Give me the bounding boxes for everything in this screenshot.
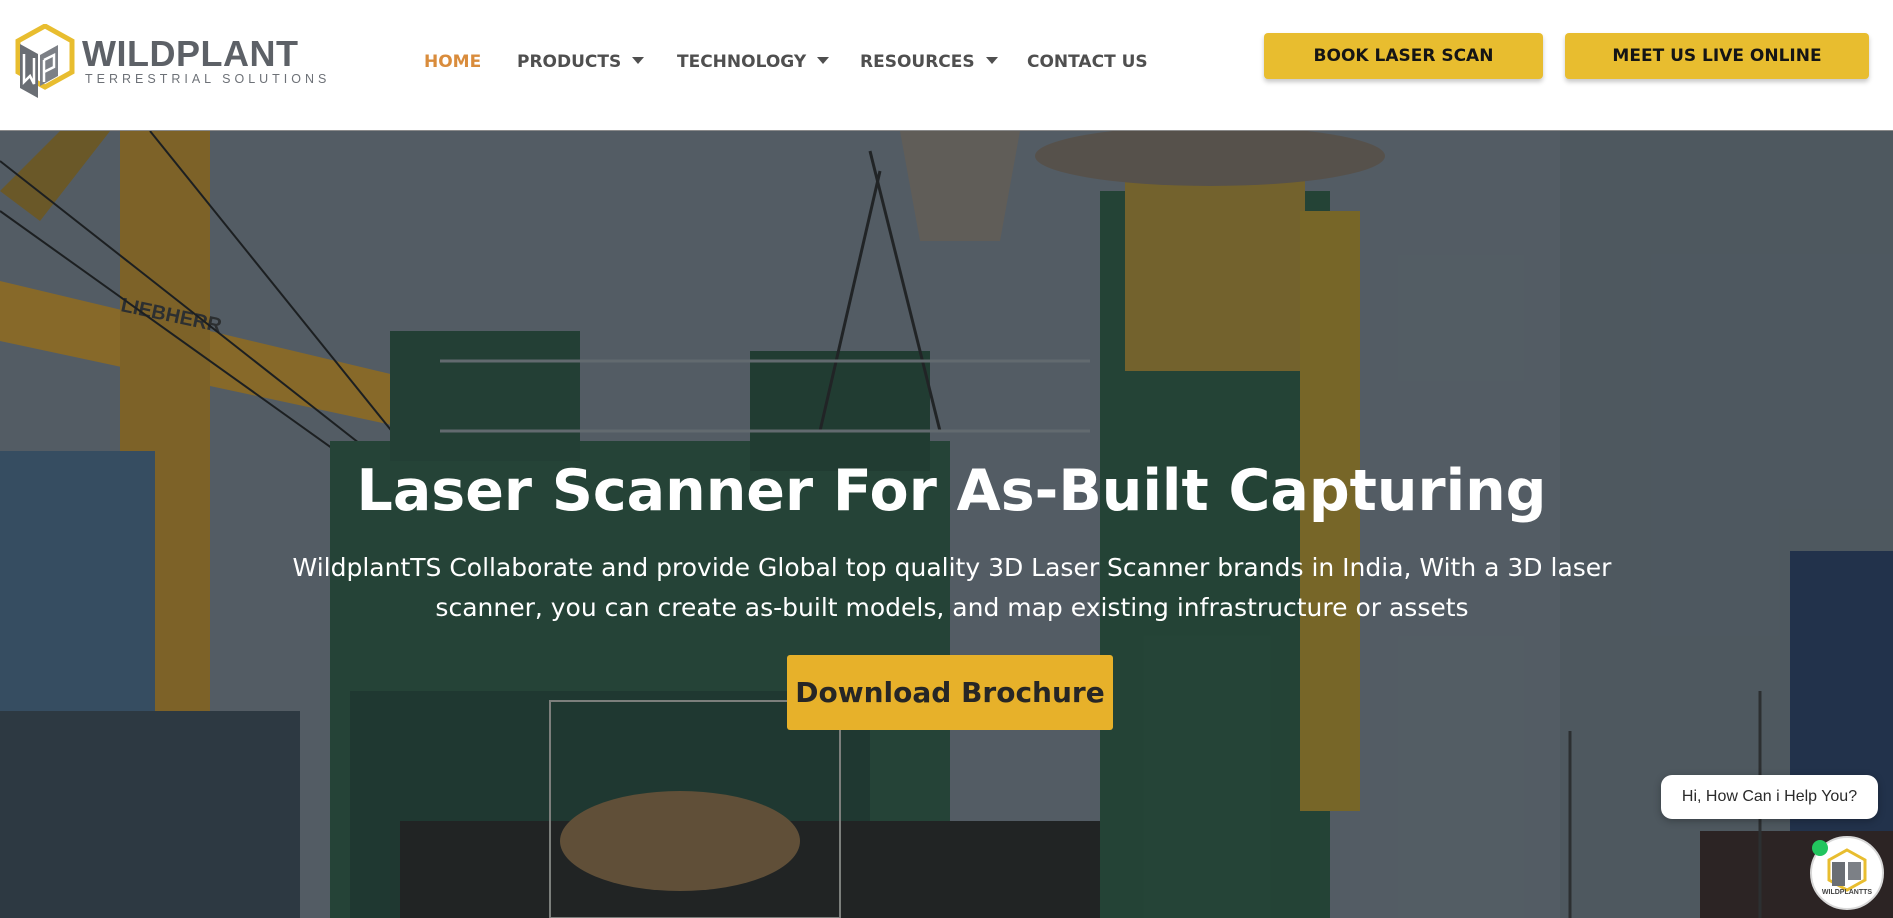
nav-item-technology[interactable]: TECHNOLOGY bbox=[677, 50, 830, 74]
nav-item-label: TECHNOLOGY bbox=[677, 52, 807, 72]
meet-us-live-online-button[interactable]: MEET US LIVE ONLINE bbox=[1565, 33, 1869, 79]
chat-prompt-bubble[interactable]: Hi, How Can i Help You? bbox=[1661, 775, 1878, 819]
wp-cube-logo-icon bbox=[15, 24, 75, 98]
nav-item-home[interactable]: HOME bbox=[424, 50, 481, 74]
hero-subtitle: WildplantTS Collaborate and provide Glob… bbox=[292, 553, 1612, 622]
brand-name: WILDPLANT bbox=[82, 33, 299, 74]
caret-down-icon bbox=[817, 56, 830, 64]
download-brochure-button[interactable]: Download Brochure bbox=[787, 655, 1113, 730]
chat-avatar-label: WILDPLANTTS bbox=[1821, 889, 1873, 896]
online-status-dot bbox=[1812, 840, 1828, 856]
nav-item-label: HOME bbox=[424, 52, 482, 72]
nav-item-label: PRODUCTS bbox=[517, 52, 622, 72]
nav-item-products[interactable]: PRODUCTS bbox=[517, 50, 645, 74]
nav-item-label: RESOURCES bbox=[860, 52, 975, 72]
nav-item-resources[interactable]: RESOURCES bbox=[860, 50, 998, 74]
caret-down-icon bbox=[985, 56, 998, 64]
brand-logo[interactable]: WILDPLANT TERRESTRIAL SOLUTIONS bbox=[14, 24, 334, 102]
caret-down-icon bbox=[632, 56, 645, 64]
site-header: WILDPLANT TERRESTRIAL SOLUTIONS HOME PRO… bbox=[0, 0, 1893, 131]
nav-item-contact[interactable]: CONTACT US bbox=[1027, 50, 1148, 74]
brand-tagline: TERRESTRIAL SOLUTIONS bbox=[85, 72, 331, 86]
nav-item-label: CONTACT US bbox=[1027, 52, 1148, 72]
hero-title: Laser Scanner For As-Built Capturing bbox=[356, 458, 1547, 524]
book-laser-scan-button[interactable]: BOOK LASER SCAN bbox=[1264, 33, 1543, 79]
hero-section: LIEBHERR Laser Scanner For As-Built Capt… bbox=[0, 131, 1893, 918]
